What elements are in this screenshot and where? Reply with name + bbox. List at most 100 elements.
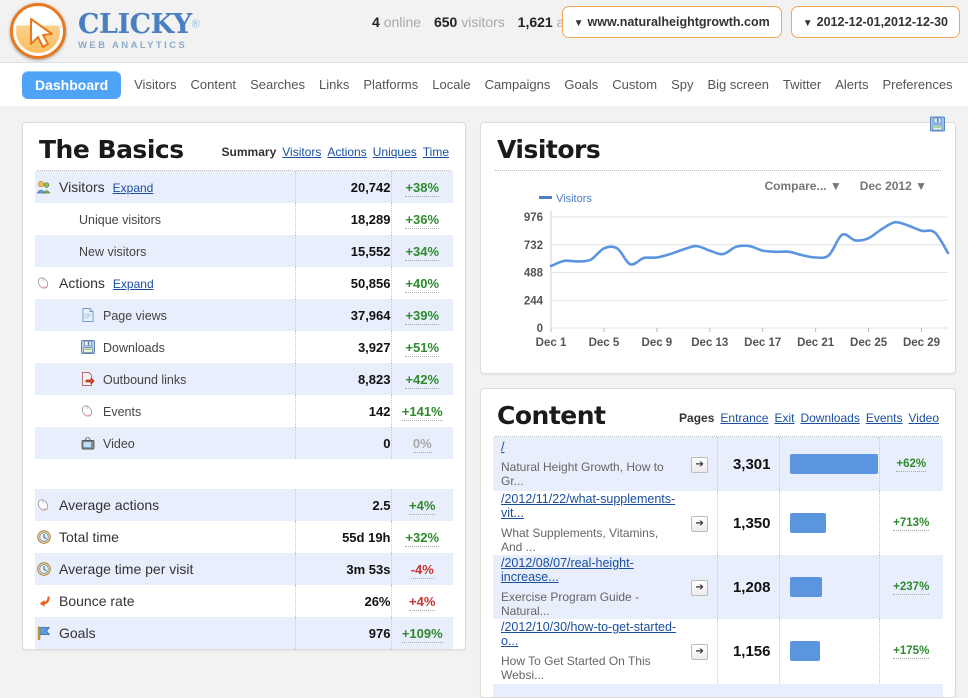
basics-tab-visitors[interactable]: Visitors: [282, 145, 321, 159]
mouse-icon: [81, 405, 93, 417]
nav-item-platforms[interactable]: Platforms: [356, 73, 425, 96]
content-tab-events[interactable]: Events: [866, 411, 903, 425]
table-row: Bounce rate 26% +4%: [35, 585, 453, 617]
content-tab-exit[interactable]: Exit: [774, 411, 794, 425]
content-url-link[interactable]: /2012/08/07/real-height-increase...: [501, 556, 682, 584]
date-range-label: 2012-12-01,2012-12-30: [816, 15, 948, 29]
content-panel-tabs: Pages Entrance Exit Downloads Events Video: [679, 411, 939, 428]
the-basics-table: Visitors Expand 20,742 +38% Unique visito…: [35, 171, 453, 459]
brand-registered-mark: ®: [191, 18, 200, 31]
nav-item-spy[interactable]: Spy: [664, 73, 700, 96]
nav-item-big-screen[interactable]: Big screen: [701, 73, 776, 96]
date-range-picker[interactable]: ▼ 2012-12-01,2012-12-30: [790, 6, 960, 38]
stat-change[interactable]: +36%: [390, 203, 453, 235]
content-change[interactable]: +237%: [878, 555, 943, 619]
table-row: Unique visitors 18,289 +36%: [35, 203, 453, 235]
content-url-link[interactable]: /2012/10/30/how-to-get-started-o...: [501, 620, 682, 648]
content-tab-downloads[interactable]: Downloads: [800, 411, 859, 425]
stat-value: 142: [294, 395, 391, 427]
expand-link[interactable]: Expand: [113, 277, 154, 291]
stat-change[interactable]: +4%: [390, 489, 453, 521]
content-url-cell: / Natural Height Growth, How to Gr...: [493, 437, 683, 491]
nav-item-content[interactable]: Content: [184, 73, 244, 96]
stat-change[interactable]: +39%: [390, 299, 453, 331]
stat-label-cell: Visitors Expand: [35, 171, 295, 203]
content-tab-video[interactable]: Video: [909, 411, 939, 425]
stat-change[interactable]: +141%: [390, 395, 453, 427]
stat-label-cell: New visitors: [35, 235, 295, 267]
content-url-link[interactable]: /2012/11/22/what-supplements-vit...: [501, 492, 682, 520]
svg-text:0: 0: [537, 323, 543, 335]
stat-value: 3m 53s: [294, 553, 391, 585]
top-header-bar: CLICKY® WEB ANALYTICS 4 online 650 visit…: [0, 0, 968, 62]
table-row: Actions Expand 50,856 +40%: [35, 267, 453, 299]
arrow-right-icon[interactable]: ➔: [691, 580, 709, 596]
table-row[interactable]: [493, 683, 943, 697]
svg-text:976: 976: [524, 212, 543, 224]
stat-change[interactable]: +4%: [390, 585, 453, 617]
stat-label-cell: Video: [35, 427, 295, 459]
nav-item-dashboard[interactable]: Dashboard: [22, 70, 122, 99]
nav-item-twitter[interactable]: Twitter: [776, 73, 828, 96]
brand-logo[interactable]: CLICKY® WEB ANALYTICS: [0, 3, 200, 59]
expand-link[interactable]: Expand: [113, 181, 154, 195]
stat-label-cell: Average actions: [35, 489, 295, 521]
table-row: Video 0 0%: [35, 427, 453, 459]
nav-item-custom[interactable]: Custom: [605, 73, 664, 96]
stat-label-cell: Total time: [35, 521, 295, 553]
arrow-right-icon[interactable]: ➔: [691, 457, 709, 473]
content-url-cell: /2012/11/22/what-supplements-vit... What…: [493, 491, 683, 555]
table-row: New visitors 15,552 +34%: [35, 235, 453, 267]
content-change[interactable]: +175%: [878, 619, 943, 683]
stat-change[interactable]: -4%: [390, 553, 453, 585]
site-picker[interactable]: ▼ www.naturalheightgrowth.com: [561, 6, 782, 38]
save-floppy-icon[interactable]: [929, 116, 946, 132]
nav-item-goals[interactable]: Goals: [557, 73, 605, 96]
month-label: Dec 2012: [859, 179, 912, 193]
basics-tab-uniques[interactable]: Uniques: [373, 145, 417, 159]
visitors-line-chart[interactable]: Visitors 0 244 488 732 976 Dec 1 Dec 5 Dec 9 Dec…: [493, 193, 950, 363]
stat-change[interactable]: 0%: [390, 427, 453, 459]
nav-item-visitors[interactable]: Visitors: [127, 73, 183, 96]
stat-change[interactable]: +38%: [390, 171, 453, 203]
arrow-right-icon[interactable]: ➔: [691, 644, 709, 660]
content-go-cell: ➔: [683, 491, 718, 555]
stat-label: Unique visitors: [79, 212, 161, 227]
stat-label: Page views: [103, 309, 167, 323]
nav-item-searches[interactable]: Searches: [243, 73, 312, 96]
compare-dropdown[interactable]: Compare... ▼: [764, 179, 841, 193]
content-tab-entrance[interactable]: Entrance: [720, 411, 768, 425]
visitors-panel-title: Visitors: [497, 135, 601, 164]
content-page-title: Exercise Program Guide - Natural...: [501, 590, 640, 618]
page-title: The Basics: [39, 135, 184, 164]
stat-change[interactable]: +51%: [390, 331, 453, 363]
nav-item-alerts[interactable]: Alerts: [828, 73, 875, 96]
month-dropdown[interactable]: Dec 2012 ▼: [860, 179, 927, 193]
stat-change[interactable]: +32%: [390, 521, 453, 553]
stat-change[interactable]: +109%: [390, 617, 453, 649]
content-change[interactable]: +62%: [878, 437, 943, 491]
nav-item-preferences[interactable]: Preferences: [875, 73, 959, 96]
mouse-icon: [37, 499, 49, 511]
brand-name: CLICKY: [78, 9, 192, 41]
stat-change[interactable]: +42%: [390, 363, 453, 395]
nav-item-campaigns[interactable]: Campaigns: [478, 73, 558, 96]
basics-tab-actions[interactable]: Actions: [327, 145, 366, 159]
online-label: online: [383, 14, 422, 30]
stat-label-cell: Outbound links: [35, 363, 295, 395]
nav-item-links[interactable]: Links: [312, 73, 356, 96]
stat-label-cell: Goals: [35, 617, 295, 649]
compare-label: Compare...: [764, 179, 827, 193]
content-change[interactable]: +713%: [878, 491, 943, 555]
stat-change[interactable]: +40%: [390, 267, 453, 299]
content-url-link[interactable]: /: [501, 440, 682, 454]
stat-change[interactable]: +34%: [390, 235, 453, 267]
stat-label-cell: Events: [35, 395, 295, 427]
chevron-down-icon: ▼: [915, 179, 927, 193]
arrow-right-icon[interactable]: ➔: [691, 516, 709, 532]
flag-icon: [37, 626, 50, 640]
basics-tab-time[interactable]: Time: [423, 145, 449, 159]
content-go-cell: ➔: [683, 555, 718, 619]
chart-canvas: 0 244 488 732 976 Dec 1 Dec 5 Dec 9 Dec 13 Dec 17…: [524, 211, 950, 349]
nav-item-locale[interactable]: Locale: [425, 73, 477, 96]
